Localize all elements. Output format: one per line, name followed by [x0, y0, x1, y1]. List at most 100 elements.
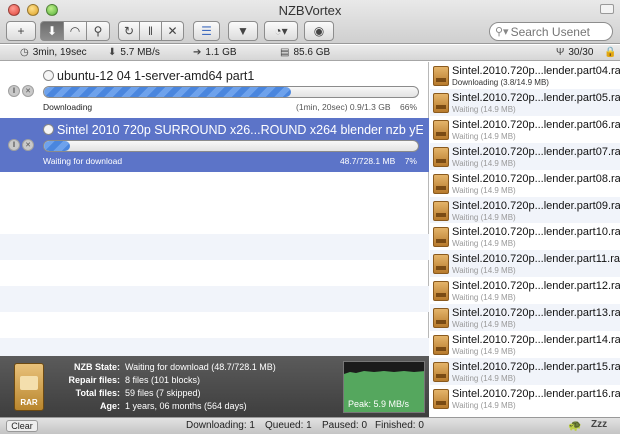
- empty-row: [0, 286, 429, 312]
- file-row[interactable]: Sintel.2010.720p...lender.part14.rar Wait…: [430, 331, 620, 358]
- clear-button[interactable]: Clear: [6, 420, 38, 432]
- add-nzb-button[interactable]: +: [6, 21, 36, 41]
- status-strip: ◷ 3min, 19sec ⬇ 5.7 MB/s ➔ 1.1 GB ▤ 85.6 GB …: [0, 45, 620, 61]
- rar-file-icon: [433, 66, 449, 86]
- progress-bar: [43, 86, 419, 98]
- lock-icon: 🔒: [604, 47, 617, 58]
- disk-free-stat: ▤ 85.6 GB: [280, 47, 331, 58]
- download-status: Waiting for download: [43, 156, 123, 166]
- arrow-circle-icon: ➔: [193, 47, 202, 58]
- downloads-view-button[interactable]: ⬇: [40, 21, 64, 41]
- file-row[interactable]: Sintel.2010.720p...lender.part04.rar Down…: [430, 62, 620, 89]
- search-icon: ⚲▾: [495, 26, 509, 38]
- speed-limit-turtle-icon[interactable]: 🐢: [568, 419, 582, 432]
- speed-graph: Peak: 5.9 MB/s: [343, 361, 425, 413]
- rar-file-icon: [433, 92, 449, 113]
- rar-archive-icon: RAR: [14, 363, 44, 411]
- paused-count: Paused: 0: [322, 420, 368, 431]
- time-left-stat: ◷ 3min, 19sec: [20, 47, 87, 58]
- empty-row: [0, 234, 429, 260]
- toolbar-toggle-button[interactable]: [600, 4, 614, 14]
- file-row[interactable]: Sintel.2010.720p...lender.part11.rar Wait…: [430, 250, 620, 278]
- list-view-icon: ☰: [201, 24, 212, 38]
- stop-icon: ✕: [167, 24, 178, 38]
- rar-file-icon: [433, 227, 449, 248]
- progress-fill: [44, 141, 71, 151]
- downloading-count: Downloading: 1: [186, 420, 255, 431]
- download-item-selected[interactable]: ‖ ✕ Sintel 2010 720p SURROUND x26...ROUN…: [0, 118, 429, 172]
- rar-file-icon: [433, 146, 449, 167]
- clock-icon: ◷: [20, 47, 29, 58]
- rar-file-icon: [433, 281, 449, 302]
- progress-fill: [44, 87, 291, 97]
- toggle-files-panel-button[interactable]: ☰: [193, 21, 220, 41]
- remove-item-icon[interactable]: ✕: [22, 139, 34, 151]
- rar-file-icon: [433, 361, 449, 382]
- schedule-menu-button[interactable]: ◔▾: [264, 21, 298, 41]
- refresh-button[interactable]: ↻: [118, 21, 140, 41]
- download-meta: (1min, 20sec) 0.9/1.3 GB 66%: [296, 102, 417, 112]
- peak-speed-label: Peak: 5.9 MB/s: [348, 399, 410, 409]
- clock-icon: ◔▾: [274, 24, 288, 38]
- queued-count: Queued: 1: [265, 420, 312, 431]
- file-row[interactable]: Sintel.2010.720p...lender.part08.rar Wait…: [430, 170, 620, 197]
- connection-plug-icon: Ψ: [556, 47, 565, 58]
- download-status: Downloading: [43, 102, 93, 112]
- search-field[interactable]: ⚲▾: [489, 22, 613, 41]
- file-row[interactable]: Sintel.2010.720p...lender.part16.rar Wait…: [430, 385, 620, 412]
- disk-icon: ▤: [280, 47, 290, 58]
- file-list: Sintel.2010.720p...lender.part04.rar Down…: [430, 62, 620, 418]
- status-dot-icon: [43, 70, 54, 81]
- rss-icon: ◠: [69, 24, 81, 38]
- download-name: Sintel 2010 720p SURROUND x26...ROUND x2…: [43, 123, 423, 137]
- file-row[interactable]: Sintel.2010.720p...lender.part07.rar Wait…: [430, 142, 620, 170]
- rar-file-icon: [433, 308, 449, 329]
- file-row[interactable]: Sintel.2010.720p...lender.part06.rar Wait…: [430, 116, 620, 143]
- speed-stat: ⬇ 5.7 MB/s: [108, 47, 160, 58]
- file-row[interactable]: Sintel.2010.720p...lender.part09.rar Wait…: [430, 196, 620, 224]
- pause-item-icon[interactable]: ‖: [8, 139, 20, 151]
- rar-file-icon: [433, 119, 449, 140]
- magnifier-icon: ⚲: [93, 24, 103, 38]
- filter-button[interactable]: ▼: [228, 21, 258, 41]
- download-meta: 48.7/728.1 MB 7%: [339, 156, 417, 166]
- empty-row: [0, 338, 429, 356]
- bottom-bar: Clear Downloading: 1 Queued: 1 Paused: 0…: [0, 417, 620, 434]
- file-row[interactable]: Sintel.2010.720p...lender.part13.rar Wait…: [430, 304, 620, 331]
- remove-item-icon[interactable]: ✕: [22, 85, 34, 97]
- preview-button[interactable]: ◉: [304, 21, 334, 41]
- nzb-info-panel: RAR NZB State: Waiting for download (48.7…: [0, 356, 429, 417]
- download-name: ubuntu-12 04 1-server-amd64 part1: [43, 69, 423, 83]
- download-list: ‖ ✕ ubuntu-12 04 1-server-amd64 part1 Do…: [0, 62, 429, 356]
- download-arrow-icon: ⬇: [108, 47, 117, 58]
- window-title: NZBVortex: [278, 3, 342, 18]
- sleep-button[interactable]: Zzz: [591, 419, 607, 430]
- title-bar: NZBVortex + ⬇ ◠ ⚲ ↻ ‖ ✕ ☰ ▼ ◔▾ ◉ ⚲▾: [0, 0, 620, 44]
- rar-file-icon: [433, 388, 449, 409]
- pause-icon: ‖: [148, 24, 153, 38]
- rar-file-icon: [433, 254, 449, 275]
- search-view-button[interactable]: ⚲: [87, 21, 110, 41]
- rss-view-button[interactable]: ◠: [64, 21, 87, 41]
- refresh-icon: ↻: [123, 24, 135, 38]
- file-row[interactable]: Sintel.2010.720p...lender.part15.rar Wait…: [430, 357, 620, 385]
- file-row[interactable]: Sintel.2010.720p...lender.part05.rar Wait…: [430, 88, 620, 116]
- downloaded-stat: ➔ 1.1 GB: [193, 47, 237, 58]
- status-dot-icon: [43, 124, 54, 135]
- pause-item-icon[interactable]: ‖: [8, 85, 20, 97]
- finished-count: Finished: 0: [375, 420, 424, 431]
- file-row[interactable]: Sintel.2010.720p...lender.part10.rar Wait…: [430, 223, 620, 250]
- stop-button[interactable]: ✕: [162, 21, 184, 41]
- rar-file-icon: [433, 173, 449, 194]
- connections-stat: Ψ 30/30: [556, 47, 594, 58]
- download-item[interactable]: ‖ ✕ ubuntu-12 04 1-server-amd64 part1 Do…: [0, 64, 429, 118]
- file-row[interactable]: Sintel.2010.720p...lender.part12.rar Wait…: [430, 277, 620, 304]
- pause-button[interactable]: ‖: [140, 21, 162, 41]
- total-files-row: Total files: 59 files (7 skipped): [75, 388, 201, 398]
- repair-files-row: Repair files: 8 files (101 blocks): [68, 375, 201, 385]
- download-arrow-icon: ⬇: [46, 24, 58, 38]
- rar-file-icon: [433, 335, 449, 355]
- plus-icon: +: [17, 24, 25, 38]
- age-row: Age: 1 years, 06 months (564 days): [100, 401, 247, 411]
- search-input[interactable]: [510, 24, 597, 39]
